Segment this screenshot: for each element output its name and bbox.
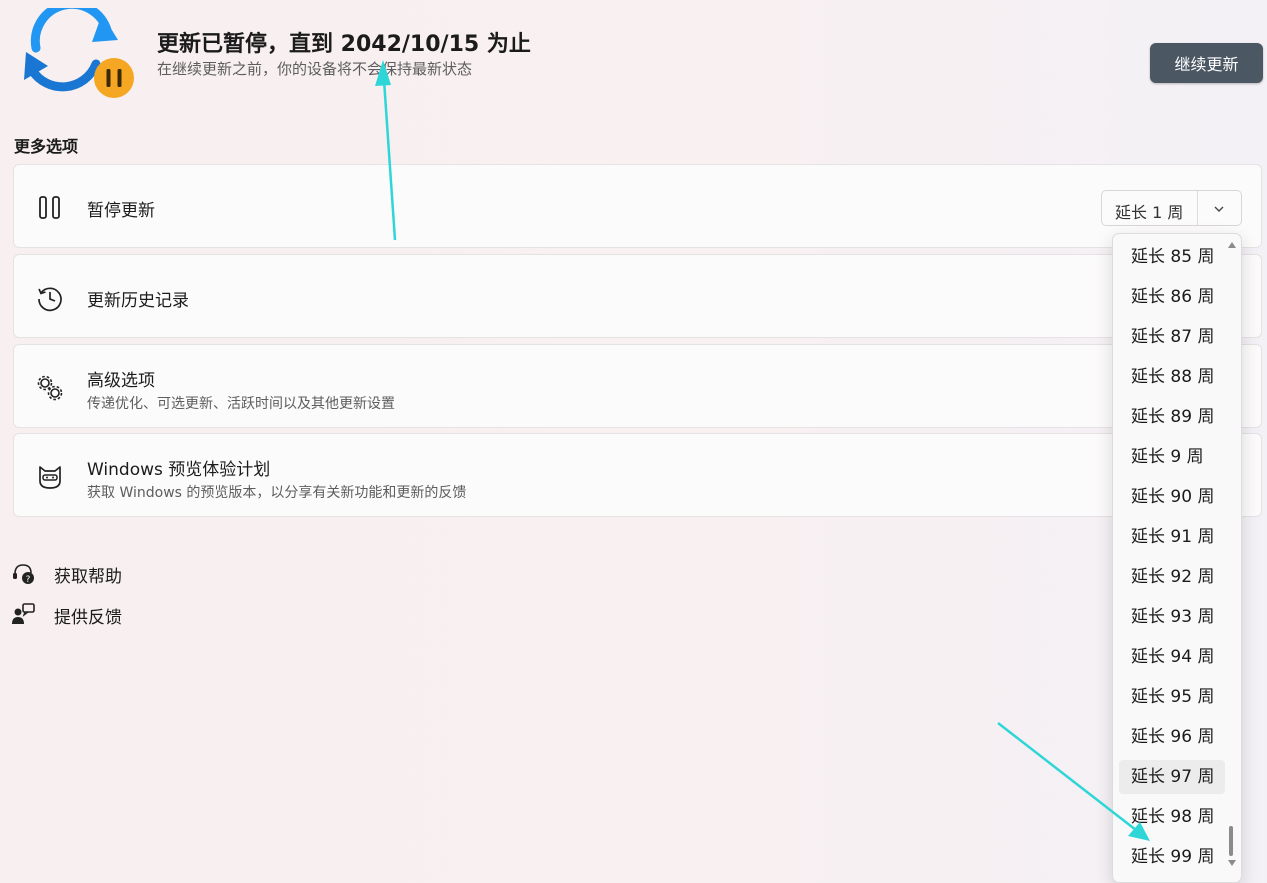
dropdown-option[interactable]: 延长 91 周 <box>1119 520 1225 554</box>
give-feedback-link[interactable]: 提供反馈 <box>12 600 152 628</box>
svg-text:?: ? <box>26 575 31 585</box>
dropdown-option[interactable]: 延长 99 周 <box>1119 840 1225 874</box>
pause-duration-value: 延长 1 周 <box>1115 203 1184 222</box>
scroll-down-icon[interactable] <box>1227 858 1237 868</box>
advanced-options-title: 高级选项 <box>87 371 155 391</box>
pause-updates-title: 暂停更新 <box>87 201 155 221</box>
select-divider <box>1197 191 1198 225</box>
dropdown-option[interactable]: 延长 96 周 <box>1119 720 1225 754</box>
update-history-card[interactable]: 更新历史记录 <box>13 254 1262 338</box>
update-history-title: 更新历史记录 <box>87 291 189 311</box>
help-icon: ? <box>13 564 34 585</box>
resume-updates-button[interactable]: 继续更新 <box>1150 43 1263 83</box>
sync-paused-icon <box>24 8 134 98</box>
ninja-cat-icon <box>39 466 61 489</box>
status-subtitle: 在继续更新之前，你的设备将不会保持最新状态 <box>157 60 473 78</box>
status-title: 更新已暂停，直到 2042/10/15 为止 <box>157 32 531 57</box>
dropdown-option[interactable]: 延长 89 周 <box>1119 400 1225 434</box>
dropdown-option[interactable]: 延长 98 周 <box>1119 800 1225 834</box>
dropdown-option[interactable]: 延长 85 周 <box>1119 240 1225 274</box>
dropdown-option[interactable]: 延长 95 周 <box>1119 680 1225 714</box>
get-help-link[interactable]: ? 获取帮助 <box>12 559 152 587</box>
dropdown-option[interactable]: 延长 90 周 <box>1119 480 1225 514</box>
gears-icon <box>37 375 63 401</box>
dropdown-option[interactable]: 延长 87 周 <box>1119 320 1225 354</box>
dropdown-option-hovered[interactable]: 延长 97 周 <box>1119 760 1225 794</box>
dropdown-option[interactable]: 延长 93 周 <box>1119 600 1225 634</box>
dropdown-option[interactable]: 延长 92 周 <box>1119 560 1225 594</box>
get-help-label: 获取帮助 <box>54 567 122 587</box>
history-icon <box>38 287 62 312</box>
chevron-down-icon <box>1214 206 1224 212</box>
insider-program-desc: 获取 Windows 的预览版本，以分享有关新功能和更新的反馈 <box>87 485 467 501</box>
pause-duration-dropdown[interactable]: 延长 85 周 延长 86 周 延长 87 周 延长 88 周 延长 89 周 … <box>1112 233 1242 883</box>
insider-program-title: Windows 预览体验计划 <box>87 460 271 480</box>
feedback-icon <box>12 603 35 624</box>
advanced-options-desc: 传递优化、可选更新、活跃时间以及其他更新设置 <box>87 396 395 412</box>
pause-duration-select[interactable]: 延长 1 周 <box>1101 190 1242 226</box>
dropdown-option[interactable]: 延长 86 周 <box>1119 280 1225 314</box>
dropdown-option[interactable]: 延长 94 周 <box>1119 640 1225 674</box>
scrollbar-thumb[interactable] <box>1229 826 1233 856</box>
section-title-more-options: 更多选项 <box>14 137 79 156</box>
give-feedback-label: 提供反馈 <box>54 608 122 628</box>
dropdown-option[interactable]: 延长 9 周 <box>1119 440 1225 474</box>
pause-icon <box>39 196 60 219</box>
insider-program-card[interactable]: Windows 预览体验计划 获取 Windows 的预览版本，以分享有关新功能… <box>13 433 1262 517</box>
dropdown-option[interactable]: 延长 88 周 <box>1119 360 1225 394</box>
scroll-up-icon[interactable] <box>1227 240 1237 250</box>
advanced-options-card[interactable]: 高级选项 传递优化、可选更新、活跃时间以及其他更新设置 <box>13 344 1262 428</box>
pause-updates-card: 暂停更新 延长 1 周 <box>13 164 1262 248</box>
